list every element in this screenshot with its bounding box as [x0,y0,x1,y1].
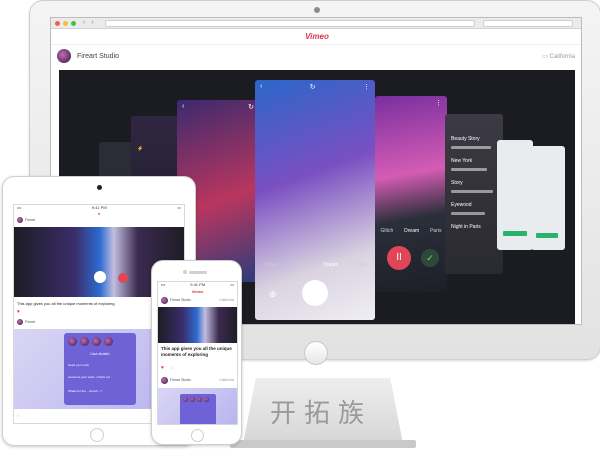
vimeo-logo[interactable]: ● [14,211,184,217]
filter-dream[interactable]: Dream [323,262,338,268]
studio-row: Fireart Studio ▭ California [51,45,581,69]
heart-icon[interactable]: ♥ [161,365,164,371]
filter-bar: Tokyo Glitch Dream Paris [255,262,375,268]
chat-preview[interactable] [158,388,237,424]
more-icon[interactable]: ⋮ [435,99,442,107]
folder-icon: ▭ [542,54,548,60]
filter-dream[interactable]: Dream [404,228,419,234]
pause-button[interactable] [118,273,128,283]
chat-card: Lisa Austin Need your work someone your … [64,333,136,405]
camera-dot [314,7,320,13]
list-item[interactable]: New York [451,158,472,164]
refresh-icon[interactable]: ↻ [248,103,254,111]
chat-name: Lisa Austin [90,351,110,356]
app-screen-far-right [531,146,565,250]
more-icon[interactable]: ⋮ [363,83,370,91]
author-avatar[interactable] [17,217,23,223]
shutter-button[interactable] [94,271,106,283]
status-bar: ••• 9:41 PM ▭ [158,282,237,288]
imac-stand-base [230,440,416,448]
filter-bar-right: Glitch Dream Paris [375,228,447,234]
heart-icon[interactable]: ♥ [17,309,20,315]
add-icon[interactable]: ⊕ [269,289,277,300]
back-icon[interactable]: ‹ [260,83,262,91]
devices-mockup: ‹ › Vimeo Fireart Studio ▭ California ⚡ [0,0,600,450]
list-item[interactable]: Story [451,180,463,186]
chat-message: Need your work [68,363,90,367]
author-name[interactable]: Fireart Studio [170,378,191,382]
home-button [90,428,104,442]
site-header: Vimeo [51,29,581,45]
speaker [189,271,207,274]
refresh-icon[interactable]: ↻ [310,83,316,91]
filter-glitch[interactable]: Glitch [293,262,306,268]
iphone-screen: ••• 9:41 PM ▭ Vimeo Fireart Studio Calif… [157,281,238,425]
post-caption: This app gives you all the unique moment… [161,346,232,357]
address-bar[interactable] [105,20,475,27]
list-item[interactable]: Night in Paris [451,224,481,230]
pause-button[interactable]: II [387,246,411,270]
vimeo-logo[interactable]: Vimeo [158,289,237,294]
app-screen-right-2 [497,140,533,250]
list-item[interactable]: Eyewood [451,202,472,208]
studio-location: ▭ California [542,53,575,60]
studio-avatar[interactable] [57,49,71,63]
back-forward-icons[interactable]: ‹ › [83,19,96,26]
maximize-icon[interactable] [71,21,76,26]
studio-avatar[interactable] [161,297,168,304]
camera-dot [97,185,102,190]
window-controls [55,21,76,26]
vimeo-logo[interactable]: Vimeo [51,32,581,41]
author-avatar[interactable] [161,377,168,384]
watermark: 开拓族 [270,399,373,429]
minimize-icon[interactable] [63,21,68,26]
signal-icon: ••• [161,282,166,287]
chat-message: Whats for the ...clunch...? [68,389,103,393]
shutter-button[interactable] [302,280,328,306]
comment-icon[interactable]: ◌ [17,413,20,419]
home-button [191,429,204,442]
check-button[interactable]: ✓ [421,249,439,267]
browser-chrome: ‹ › [51,18,581,29]
close-icon[interactable] [55,21,60,26]
battery-icon: ▭ [230,282,234,287]
filter-paris[interactable]: Paris [430,228,441,234]
chat-message: someone your work...Check our [68,375,111,379]
app-screen-right-1: ⋮ Glitch Dream Paris II ✓ [375,96,447,292]
back-icon[interactable]: ‹ [182,103,184,111]
status-time: 9:41 PM [190,282,206,287]
author-avatar[interactable] [17,319,23,325]
studio-name[interactable]: Fireart Studio [77,53,119,60]
studio-location: California [219,298,234,302]
filter-glitch[interactable]: Glitch [380,228,393,234]
author-location: California [219,378,234,382]
phone-video-thumbnail[interactable] [158,307,237,343]
contact-avatars [68,337,113,346]
studio-name[interactable]: Fireart Studio [170,298,191,302]
contact-avatars [183,397,209,402]
author-name[interactable]: Fireart [25,320,35,324]
author-name[interactable]: Fireart [25,218,35,222]
search-bar[interactable] [483,20,573,27]
filter-paris[interactable]: Paris [355,262,366,268]
app-screen-list: Beauty Story New York Story Eyewood Nigh… [445,114,503,274]
menu-label: ⚡ [137,146,144,152]
app-screen-center: ‹ ↻ ⋮ Tokyo Glitch Dream Paris ⊕ [255,80,375,320]
studio-location-text: California [549,54,575,60]
imac-power-button [304,341,328,365]
iphone-frame: ••• 9:41 PM ▭ Vimeo Fireart Studio Calif… [151,260,242,445]
filter-tokyo[interactable]: Tokyo [263,262,276,268]
comment-icon[interactable]: ◌ [170,365,173,371]
camera-dot [183,270,187,274]
list-item[interactable]: Beauty Story [451,136,480,142]
chat-card [180,394,216,424]
